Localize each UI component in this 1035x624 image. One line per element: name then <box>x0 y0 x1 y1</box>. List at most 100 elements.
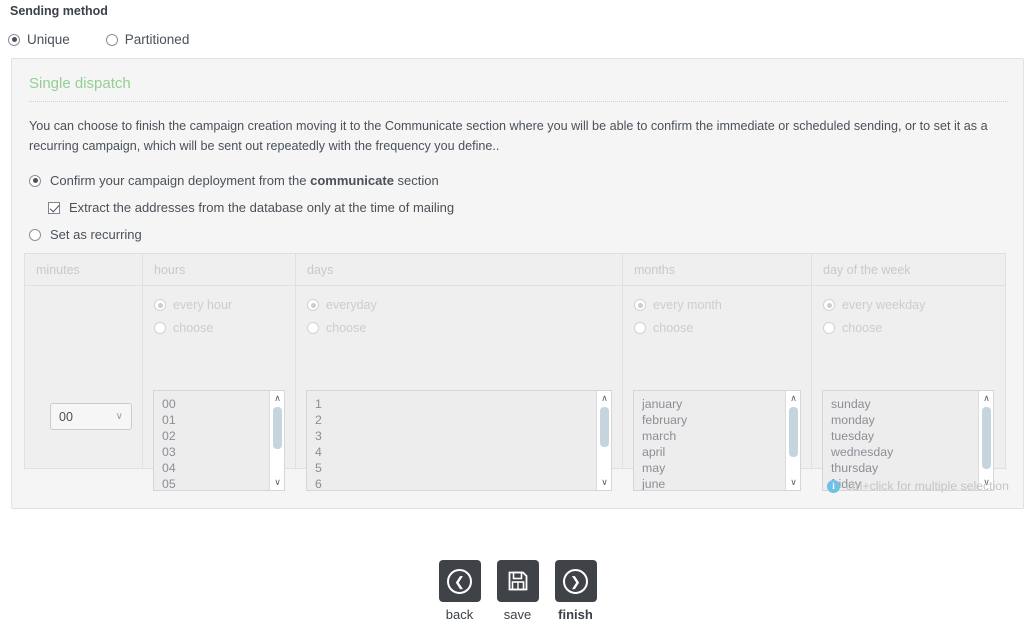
list-item[interactable]: 6 <box>315 476 596 490</box>
schedule-column-months: months every month choose january februa… <box>623 254 812 491</box>
radio-months-every-icon[interactable] <box>634 299 646 311</box>
list-item[interactable]: 5 <box>315 460 596 476</box>
radio-partitioned-icon[interactable] <box>105 33 118 46</box>
list-item[interactable]: 04 <box>162 460 269 476</box>
option-extract-addresses-label: Extract the addresses from the database … <box>69 200 455 215</box>
schedule-column-weekday-body: every weekday choose sunday monday tuesd… <box>812 286 1005 491</box>
list-item[interactable]: 1 <box>315 396 596 412</box>
schedule-column-weekday: day of the week every weekday choose sun… <box>812 254 1005 491</box>
list-item[interactable]: june <box>642 476 785 490</box>
list-item[interactable]: 3 <box>315 428 596 444</box>
chevron-right-circle-icon: ❯ <box>563 568 588 594</box>
scroll-down-icon[interactable]: ∨ <box>597 476 611 489</box>
list-item[interactable]: 4 <box>315 444 596 460</box>
minutes-select[interactable]: 00 ∨ <box>50 403 132 430</box>
radio-unique-icon[interactable] <box>8 33 20 46</box>
sending-method-page: Sending method Unique Partitioned Single… <box>0 0 1035 624</box>
list-item[interactable]: sunday <box>831 396 978 412</box>
checkbox-extract-addresses-icon[interactable] <box>48 201 60 214</box>
days-listbox-items[interactable]: 1 2 3 4 5 6 <box>307 391 596 490</box>
back-action[interactable]: ❮ back <box>438 560 481 622</box>
scroll-up-icon[interactable]: ∧ <box>597 392 611 405</box>
hours-option-choose-label: choose <box>173 321 214 335</box>
scroll-up-icon[interactable]: ∧ <box>270 392 284 405</box>
save-button[interactable] <box>496 560 539 602</box>
weekday-option-choose[interactable]: choose <box>823 321 1005 335</box>
sending-method-radio-group: Unique Partitioned <box>8 32 189 47</box>
page-title: Sending method <box>10 4 108 18</box>
months-listbox-items[interactable]: january february march april may june <box>634 391 785 490</box>
back-button-label: back <box>445 607 474 622</box>
back-button[interactable]: ❮ <box>438 560 481 602</box>
column-header-weekday: day of the week <box>812 254 1005 286</box>
single-dispatch-panel: Single dispatch You can choose to finish… <box>11 58 1024 509</box>
list-item[interactable]: 03 <box>162 444 269 460</box>
weekday-option-every[interactable]: every weekday <box>823 298 1005 312</box>
radio-hours-choose-icon[interactable] <box>154 322 166 334</box>
hours-option-choose[interactable]: choose <box>154 321 295 335</box>
list-item[interactable]: march <box>642 428 785 444</box>
radio-days-every-icon[interactable] <box>307 299 319 311</box>
save-action[interactable]: save <box>496 560 539 622</box>
radio-weekday-every-icon[interactable] <box>823 299 835 311</box>
days-option-every[interactable]: everyday <box>307 298 622 312</box>
months-option-choose-label: choose <box>653 321 694 335</box>
hours-listbox-scrollbar[interactable]: ∧ ∨ <box>269 391 284 490</box>
list-item[interactable]: monday <box>831 412 978 428</box>
weekday-listbox-scrollbar[interactable]: ∧ ∨ <box>978 391 993 490</box>
months-listbox[interactable]: january february march april may june ∧ … <box>633 390 801 491</box>
weekday-listbox[interactable]: sunday monday tuesday wednesday thursday… <box>822 390 994 491</box>
option-set-as-recurring[interactable]: Set as recurring <box>29 227 142 242</box>
list-item[interactable]: 05 <box>162 476 269 490</box>
list-item[interactable]: thursday <box>831 460 978 476</box>
panel-title: Single dispatch <box>29 75 131 92</box>
chevron-down-icon: ∨ <box>115 411 123 422</box>
list-item[interactable]: 02 <box>162 428 269 444</box>
option-extract-addresses[interactable]: Extract the addresses from the database … <box>48 200 454 215</box>
list-item[interactable]: february <box>642 412 785 428</box>
action-buttons: ❮ back save ❯ finish <box>0 560 1035 622</box>
radio-days-choose-icon[interactable] <box>307 322 319 334</box>
hours-listbox-items[interactable]: 00 01 02 03 04 05 <box>154 391 269 490</box>
radio-confirm-deployment-icon[interactable] <box>29 174 41 187</box>
radio-weekday-choose-icon[interactable] <box>823 322 835 334</box>
finish-button[interactable]: ❯ <box>554 560 597 602</box>
option-set-as-recurring-label: Set as recurring <box>50 227 142 242</box>
scroll-up-icon[interactable]: ∧ <box>979 392 993 405</box>
sending-method-option-partitioned[interactable]: Partitioned <box>105 32 189 47</box>
scroll-up-icon[interactable]: ∧ <box>786 392 800 405</box>
months-option-choose[interactable]: choose <box>634 321 811 335</box>
list-item[interactable]: wednesday <box>831 444 978 460</box>
schedule-column-days-body: everyday choose 1 2 3 4 5 6 ∧ ∨ <box>296 286 622 491</box>
scrollbar-thumb[interactable] <box>600 407 609 447</box>
list-item[interactable]: april <box>642 444 785 460</box>
scroll-down-icon[interactable]: ∨ <box>786 476 800 489</box>
radio-set-as-recurring-icon[interactable] <box>29 228 41 241</box>
list-item[interactable]: may <box>642 460 785 476</box>
list-item[interactable]: 00 <box>162 396 269 412</box>
hours-option-every[interactable]: every hour <box>154 298 295 312</box>
radio-hours-every-icon[interactable] <box>154 299 166 311</box>
months-option-every[interactable]: every month <box>634 298 811 312</box>
scrollbar-thumb[interactable] <box>273 407 282 449</box>
info-icon: i <box>827 479 840 493</box>
scrollbar-thumb[interactable] <box>789 407 798 457</box>
list-item[interactable]: 01 <box>162 412 269 428</box>
list-item[interactable]: 2 <box>315 412 596 428</box>
days-option-choose[interactable]: choose <box>307 321 622 335</box>
scrollbar-thumb[interactable] <box>982 407 991 469</box>
finish-action[interactable]: ❯ finish <box>554 560 597 622</box>
scroll-down-icon[interactable]: ∨ <box>270 476 284 489</box>
list-item[interactable]: january <box>642 396 785 412</box>
option-confirm-deployment[interactable]: Confirm your campaign deployment from th… <box>29 173 439 188</box>
days-listbox-scrollbar[interactable]: ∧ ∨ <box>596 391 611 490</box>
hours-listbox[interactable]: 00 01 02 03 04 05 ∧ ∨ <box>153 390 285 491</box>
sending-method-option-unique[interactable]: Unique <box>8 32 70 47</box>
multiple-selection-hint: i ctrl+click for multiple selection <box>827 479 1009 493</box>
list-item[interactable]: tuesday <box>831 428 978 444</box>
days-listbox[interactable]: 1 2 3 4 5 6 ∧ ∨ <box>306 390 612 491</box>
radio-months-choose-icon[interactable] <box>634 322 646 334</box>
months-listbox-scrollbar[interactable]: ∧ ∨ <box>785 391 800 490</box>
recurrence-schedule-table: minutes 00 ∨ hours every hour choose 00 … <box>24 253 1006 491</box>
weekday-listbox-items[interactable]: sunday monday tuesday wednesday thursday… <box>823 391 978 490</box>
